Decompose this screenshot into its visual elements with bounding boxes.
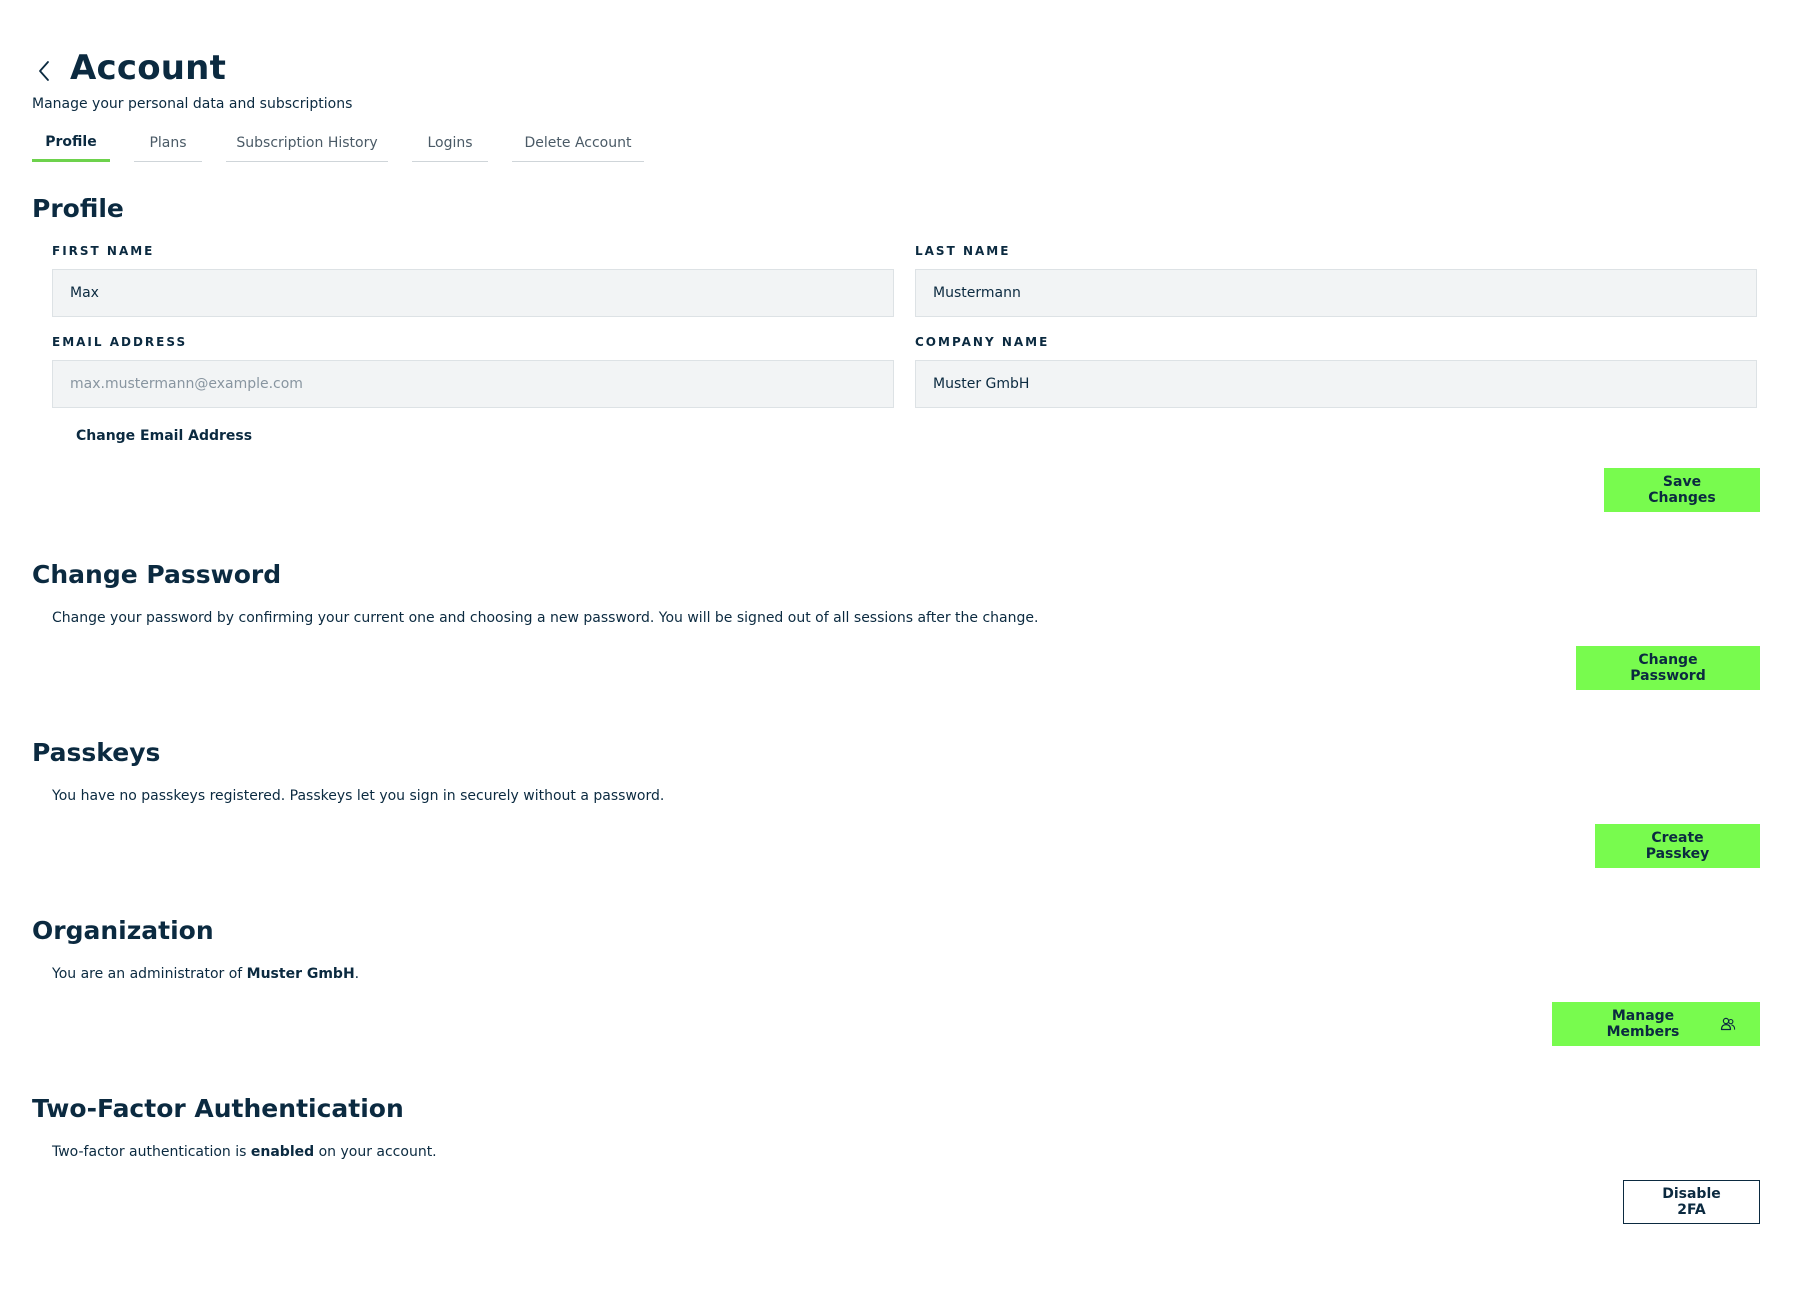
change-email-button[interactable]: Change Email Address — [76, 428, 252, 444]
organization-description-suffix: . — [354, 966, 360, 982]
organization-description-prefix: You are an administrator of — [52, 966, 247, 982]
passkeys-section-title: Passkeys — [32, 738, 161, 767]
email-label: EMAIL ADDRESS — [52, 335, 188, 349]
page-title: Account — [70, 48, 227, 88]
page-header: Account — [32, 48, 226, 88]
tab-delete-account[interactable]: Delete Account — [512, 124, 644, 162]
two-factor-description: Two-factor authentication is enabled on … — [52, 1144, 437, 1160]
first-name-field[interactable] — [52, 269, 894, 317]
chevron-left-icon — [39, 61, 49, 81]
two-factor-description-prefix: Two-factor authentication is — [52, 1144, 251, 1160]
last-name-field[interactable] — [915, 269, 1757, 317]
organization-name: Muster GmbH — [246, 966, 355, 982]
manage-members-button[interactable]: Manage Members — [1552, 1002, 1760, 1046]
profile-section-title: Profile — [32, 194, 124, 223]
tab-subscription-history[interactable]: Subscription History — [226, 124, 388, 162]
organization-section-title: Organization — [32, 916, 214, 945]
disable-2fa-button[interactable]: Disable 2FA — [1623, 1180, 1760, 1224]
first-name-label: FIRST NAME — [52, 244, 155, 258]
email-field[interactable] — [52, 360, 894, 408]
create-passkey-button[interactable]: Create Passkey — [1595, 824, 1760, 868]
tab-profile[interactable]: Profile — [32, 124, 110, 162]
two-factor-description-suffix: on your account. — [314, 1144, 437, 1160]
manage-members-label: Manage Members — [1606, 1008, 1680, 1040]
company-name-label: COMPANY NAME — [915, 335, 1050, 349]
passkeys-description: You have no passkeys registered. Passkey… — [52, 788, 665, 804]
tab-plans[interactable]: Plans — [134, 124, 202, 162]
last-name-label: LAST NAME — [915, 244, 1011, 258]
two-factor-section-title: Two-Factor Authentication — [32, 1094, 404, 1123]
back-button[interactable] — [32, 59, 56, 83]
company-name-field[interactable] — [915, 360, 1757, 408]
save-changes-button[interactable]: Save Changes — [1604, 468, 1760, 512]
account-tabs: Profile Plans Subscription History Login… — [32, 124, 668, 162]
two-factor-status: enabled — [250, 1144, 315, 1160]
organization-description: You are an administrator of Muster GmbH. — [52, 966, 359, 982]
password-section-title: Change Password — [32, 560, 282, 589]
change-password-button[interactable]: Change Password — [1576, 646, 1760, 690]
tab-logins[interactable]: Logins — [412, 124, 488, 162]
page-subtitle: Manage your personal data and subscripti… — [32, 96, 353, 112]
users-icon — [1720, 1017, 1736, 1031]
password-description: Change your password by confirming your … — [52, 610, 1039, 626]
